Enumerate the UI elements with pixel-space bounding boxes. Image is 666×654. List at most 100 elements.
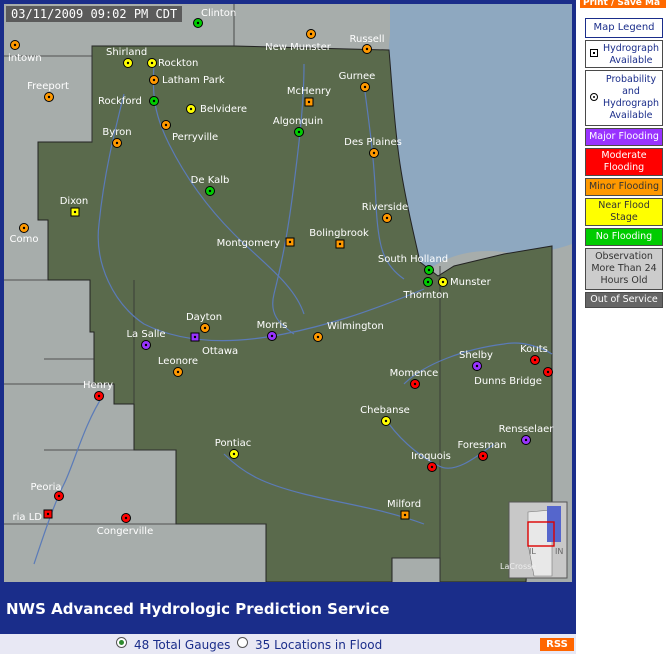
legend-probability-label: Probability and Hydrograph Available — [602, 74, 660, 121]
gauge-center-dot — [126, 61, 130, 65]
gauge-center-dot — [152, 78, 156, 82]
gauge-label: Dayton — [186, 312, 222, 323]
locations-in-flood-label[interactable]: 35 Locations in Flood — [255, 638, 382, 652]
gauge-center-dot — [189, 107, 193, 111]
gauge-label: Munster — [450, 277, 492, 288]
legend-hydrograph: Hydrograph Available — [585, 40, 663, 68]
gauge-center-dot — [57, 494, 61, 498]
rss-button[interactable]: RSS — [540, 638, 574, 651]
legend-observation-old: Observation More Than 24 Hours Old — [585, 248, 663, 290]
legend-moderate-flooding: Moderate Flooding — [585, 148, 663, 176]
gauge-label: Latham Park — [162, 75, 225, 86]
gauge-label: Iroquois — [411, 451, 451, 462]
legend-out-of-service: Out of Service — [585, 292, 663, 308]
hydrologic-map[interactable]: IL IN LaCrosse Clinton intown Shirland Rock… — [4, 4, 572, 582]
gauge-center-dot — [426, 280, 430, 284]
gauge-label: La Salle — [126, 329, 165, 340]
gauge-label: Dunns Bridge — [474, 376, 542, 387]
gauge-center-dot — [196, 21, 200, 25]
total-gauges-label[interactable]: 48 Total Gauges — [134, 638, 230, 652]
gauge-center-dot — [232, 452, 236, 456]
gauge-label: Foresman — [458, 440, 507, 451]
inset-locator-map[interactable]: IL IN LaCrosse — [500, 501, 568, 579]
gauge-center-dot — [475, 364, 479, 368]
gauge-center-dot — [533, 358, 537, 362]
gauge-center-dot — [430, 465, 434, 469]
gauge-center-dot — [427, 268, 431, 272]
map-legend: Map Legend Hydrograph Available Probabil… — [585, 18, 665, 310]
gauge-label: Perryville — [172, 132, 218, 143]
gauge-label: Rensselaer — [499, 424, 555, 435]
gauge-label: New Munster — [265, 42, 332, 53]
legend-probability: Probability and Hydrograph Available — [585, 70, 663, 126]
gauge-center-dot — [481, 454, 485, 458]
gauge-center-dot — [164, 123, 168, 127]
gauge-center-dot — [73, 210, 77, 214]
timestamp: 03/11/2009 09:02 PM CDT — [6, 6, 183, 22]
map-legend-title[interactable]: Map Legend — [585, 18, 663, 38]
gauge-center-dot — [115, 141, 119, 145]
gauge-center-dot — [338, 242, 342, 246]
map-frame: IL IN LaCrosse Clinton intown Shirland Rock… — [0, 0, 576, 654]
locations-in-flood-radio[interactable] — [237, 637, 248, 648]
gauge-center-dot — [203, 326, 207, 330]
gauge-center-dot — [546, 370, 550, 374]
gauge-center-dot — [152, 99, 156, 103]
gauge-label: Riverside — [362, 202, 408, 213]
gauge-label: Kouts — [520, 344, 548, 355]
gauge-label: Belvidere — [200, 104, 247, 115]
inset-state-label-in: IN — [555, 547, 563, 556]
gauge-label: Shirland — [106, 47, 147, 58]
gauge-label: ria LD — [13, 512, 43, 523]
gauge-center-dot — [365, 47, 369, 51]
gauge-center-dot — [150, 61, 154, 65]
legend-no-flooding: No Flooding — [585, 228, 663, 246]
gauge-label: Peoria — [31, 482, 62, 493]
gauge-center-dot — [297, 130, 301, 134]
hydrograph-square-icon — [590, 49, 598, 57]
inset-place-label: LaCrosse — [500, 562, 536, 571]
gauge-center-dot — [307, 100, 311, 104]
gauge-label: McHenry — [287, 86, 331, 97]
gauge-center-dot — [97, 394, 101, 398]
gauge-label: Byron — [102, 127, 131, 138]
gauge-label: Chebanse — [360, 405, 410, 416]
gauge-center-dot — [124, 516, 128, 520]
gauge-label: Bolingbrook — [309, 228, 369, 239]
gauge-label: Ottawa — [202, 346, 238, 357]
gauge-center-dot — [372, 151, 376, 155]
gauge-center-dot — [208, 189, 212, 193]
gauge-label: Russell — [350, 34, 385, 45]
gauge-center-dot — [441, 280, 445, 284]
legend-major-flooding: Major Flooding — [585, 128, 663, 146]
gauge-label: Rockton — [158, 58, 198, 69]
gauge-label: Rockford — [98, 96, 142, 107]
legend-hydrograph-label: Hydrograph Available — [602, 43, 660, 66]
gauge-label: Morris — [257, 320, 288, 331]
lake-michigan — [387, 4, 572, 266]
gauge-label: Pontiac — [215, 438, 251, 449]
gauge-label: Leonore — [158, 356, 198, 367]
gauge-center-dot — [384, 419, 388, 423]
gauge-center-dot — [363, 85, 367, 89]
gauge-label: Henry — [83, 380, 113, 391]
footer-title: NWS Advanced Hydrologic Prediction Servi… — [6, 600, 390, 618]
gauge-label: Montgomery — [217, 238, 280, 249]
gauge-center-dot — [13, 43, 17, 47]
gauge-label: Shelby — [459, 350, 493, 361]
gauge-label: De Kalb — [191, 175, 230, 186]
total-gauges-radio[interactable] — [116, 637, 127, 648]
gauge-center-dot — [22, 226, 26, 230]
gauge-label: Gurnee — [339, 71, 376, 82]
inset-state-label-il: IL — [529, 547, 536, 556]
gauge-label: Wilmington — [327, 321, 384, 332]
gauge-center-dot — [316, 335, 320, 339]
print-save-button[interactable]: Print / Save Ma — [580, 0, 666, 8]
gauge-center-dot — [176, 370, 180, 374]
bottom-bar: 48 Total Gauges 35 Locations in Flood — [0, 634, 576, 654]
gauge-label: Como — [10, 234, 39, 245]
gauge-label: Algonquin — [273, 116, 323, 127]
gauge-label: Milford — [387, 499, 421, 510]
gauge-label: Clinton — [201, 8, 236, 19]
gauge-label: Des Plaines — [344, 137, 402, 148]
